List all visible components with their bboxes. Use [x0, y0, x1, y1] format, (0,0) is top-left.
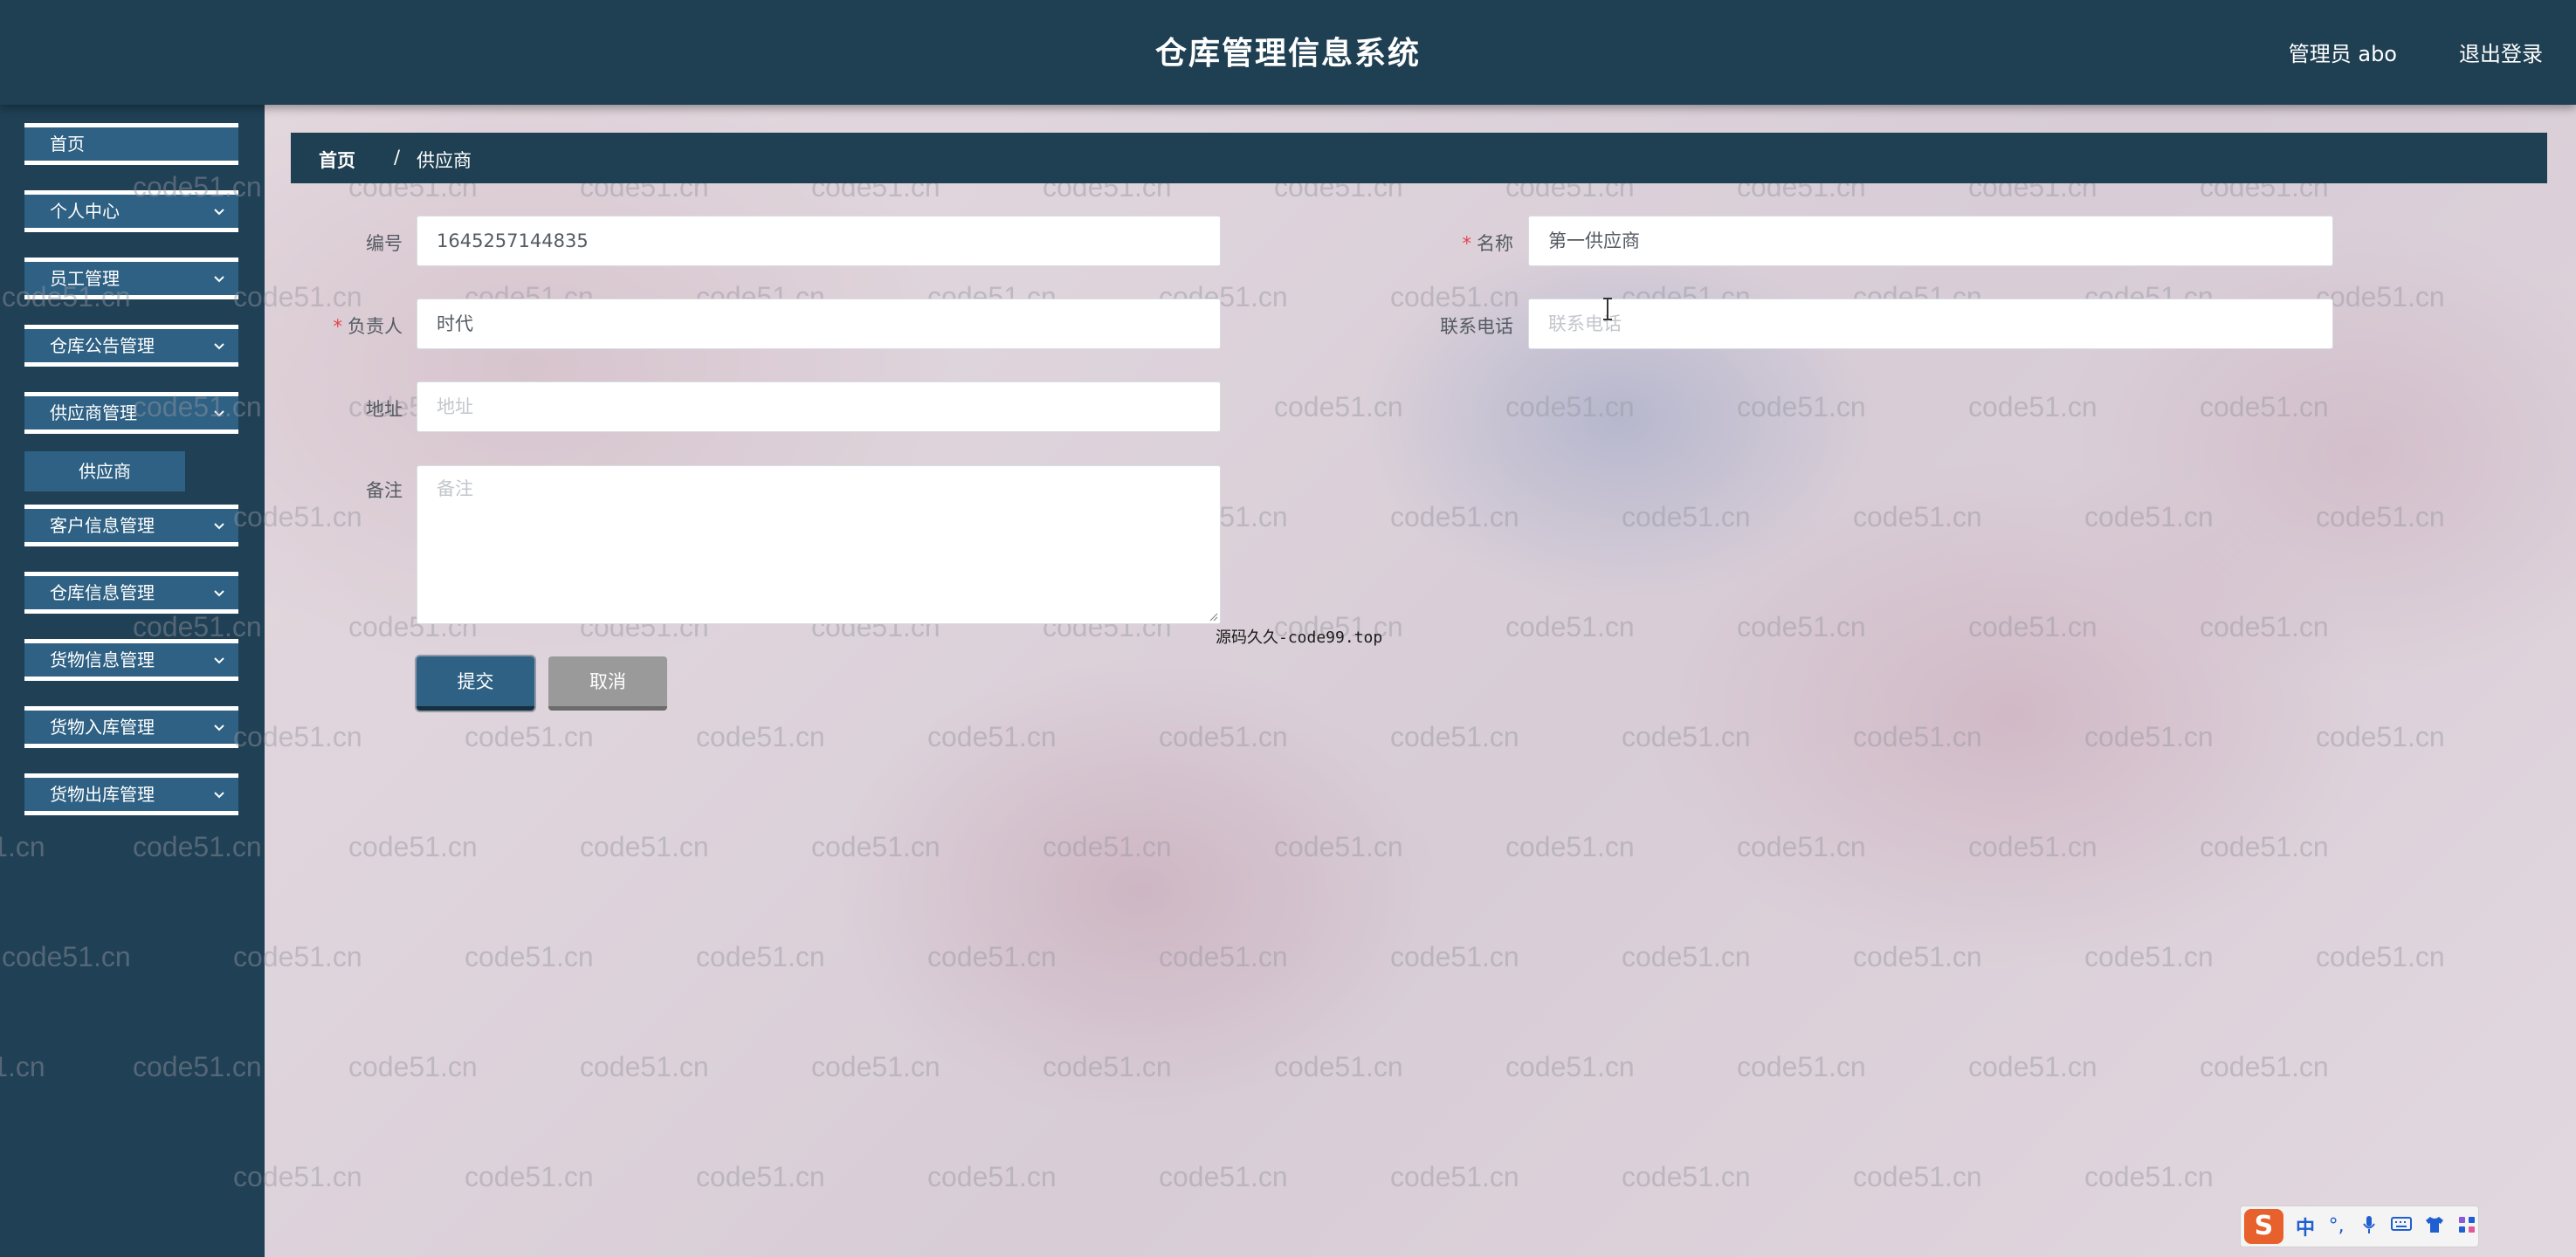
phone-input[interactable]: 联系电话 — [1528, 299, 2333, 349]
sogou-logo-icon[interactable]: S — [2244, 1209, 2283, 1244]
sidebar-item-label: 仓库信息管理 — [50, 582, 155, 603]
breadcrumb: 首页 / 供应商 — [291, 133, 2547, 183]
sidebar-item-warehouses[interactable]: 仓库信息管理 — [24, 572, 238, 614]
breadcrumb-home-link[interactable]: 首页 — [319, 147, 355, 173]
address-label-text: 地址 — [366, 399, 403, 420]
sidebar-item-label: 仓库公告管理 — [50, 335, 155, 356]
sidebar-item-label: 货物入库管理 — [50, 717, 155, 738]
chevron-down-icon — [214, 276, 224, 283]
chevron-down-icon — [214, 523, 224, 530]
contact-person-label: * 负责人 — [289, 313, 403, 339]
sidebar-item-home[interactable]: 首页 — [24, 123, 238, 165]
contact-person-input[interactable]: 时代 — [417, 299, 1221, 349]
punctuation-icon[interactable]: °, — [2325, 1215, 2347, 1238]
main-content: 首页 / 供应商 编号 1645257144835 * 名称 第一供应商 * 负责人… — [265, 105, 2576, 1257]
app-title: 仓库管理信息系统 — [1154, 36, 1421, 72]
required-mark: * — [1462, 233, 1472, 254]
name-label: * 名称 — [1400, 230, 1514, 256]
sidebar-item-staff[interactable]: 员工管理 — [24, 258, 238, 299]
sidebar-item-label: 货物信息管理 — [50, 649, 155, 670]
breadcrumb-current: 供应商 — [417, 150, 472, 171]
name-input[interactable]: 第一供应商 — [1528, 216, 2333, 266]
required-mark: * — [333, 316, 343, 337]
phone-label-text: 联系电话 — [1440, 316, 1513, 337]
sidebar-nav: 首页 个人中心 员工管理 仓库公告管理 供应商管理 供应商 客户信息管理 仓库信… — [0, 105, 265, 1257]
sidebar-item-label: 供应商管理 — [50, 402, 137, 423]
remark-textarea[interactable]: 备注 — [417, 465, 1221, 624]
sidebar-item-label: 首页 — [50, 134, 85, 155]
submit-button[interactable]: 提交 — [417, 656, 534, 711]
chevron-down-icon — [214, 410, 224, 417]
code-label-text: 编号 — [366, 233, 403, 254]
chevron-down-icon — [214, 725, 224, 732]
sidebar-item-suppliers[interactable]: 供应商管理 — [24, 392, 238, 434]
address-label: 地址 — [289, 395, 403, 422]
remark-label-text: 备注 — [366, 480, 403, 501]
sidebar-item-inbound[interactable]: 货物入库管理 — [24, 706, 238, 748]
sidebar-item-label: 货物出库管理 — [50, 784, 155, 805]
resize-grip-icon[interactable] — [1208, 611, 1218, 622]
code-label: 编号 — [289, 230, 403, 256]
sidebar-item-label: 个人中心 — [50, 201, 120, 222]
sidebar-item-announcements[interactable]: 仓库公告管理 — [24, 325, 238, 367]
apps-icon[interactable] — [2456, 1215, 2478, 1238]
sidebar-item-customers[interactable]: 客户信息管理 — [24, 505, 238, 546]
source-note: 源码久久-code99.top — [1216, 628, 1383, 647]
sidebar-item-label: 客户信息管理 — [50, 515, 155, 536]
cancel-button[interactable]: 取消 — [548, 656, 667, 711]
remark-placeholder: 备注 — [437, 478, 473, 499]
ime-toolbar[interactable]: S 中 °, — [2240, 1205, 2479, 1247]
code-input[interactable]: 1645257144835 — [417, 216, 1221, 266]
top-header: 仓库管理信息系统 管理员 abo 退出登录 — [0, 0, 2576, 105]
logout-link[interactable]: 退出登录 — [2459, 37, 2543, 67]
chevron-down-icon — [214, 590, 224, 597]
skin-icon[interactable] — [2423, 1215, 2445, 1238]
sidebar-item-personal-center[interactable]: 个人中心 — [24, 190, 238, 232]
address-input[interactable]: 地址 — [417, 381, 1221, 432]
sidebar-item-outbound[interactable]: 货物出库管理 — [24, 773, 238, 815]
phone-label: 联系电话 — [1400, 313, 1513, 339]
contact-person-label-text: 负责人 — [348, 316, 403, 337]
breadcrumb-separator: / — [394, 147, 401, 168]
microphone-icon[interactable] — [2358, 1215, 2380, 1238]
current-user-label: 管理员 abo — [2288, 42, 2397, 66]
chevron-down-icon — [214, 657, 224, 664]
ime-mode-indicator[interactable]: 中 — [2296, 1212, 2315, 1240]
keyboard-icon[interactable] — [2391, 1215, 2413, 1238]
remark-label: 备注 — [289, 477, 403, 503]
name-label-text: 名称 — [1477, 233, 1513, 254]
chevron-down-icon — [214, 343, 224, 350]
chevron-down-icon — [214, 792, 224, 799]
sidebar-item-goods[interactable]: 货物信息管理 — [24, 639, 238, 681]
chevron-down-icon — [214, 209, 224, 216]
sidebar-subitem-supplier[interactable]: 供应商 — [24, 451, 185, 491]
sidebar-item-label: 员工管理 — [50, 268, 120, 289]
text-cursor-icon — [1603, 298, 1612, 320]
